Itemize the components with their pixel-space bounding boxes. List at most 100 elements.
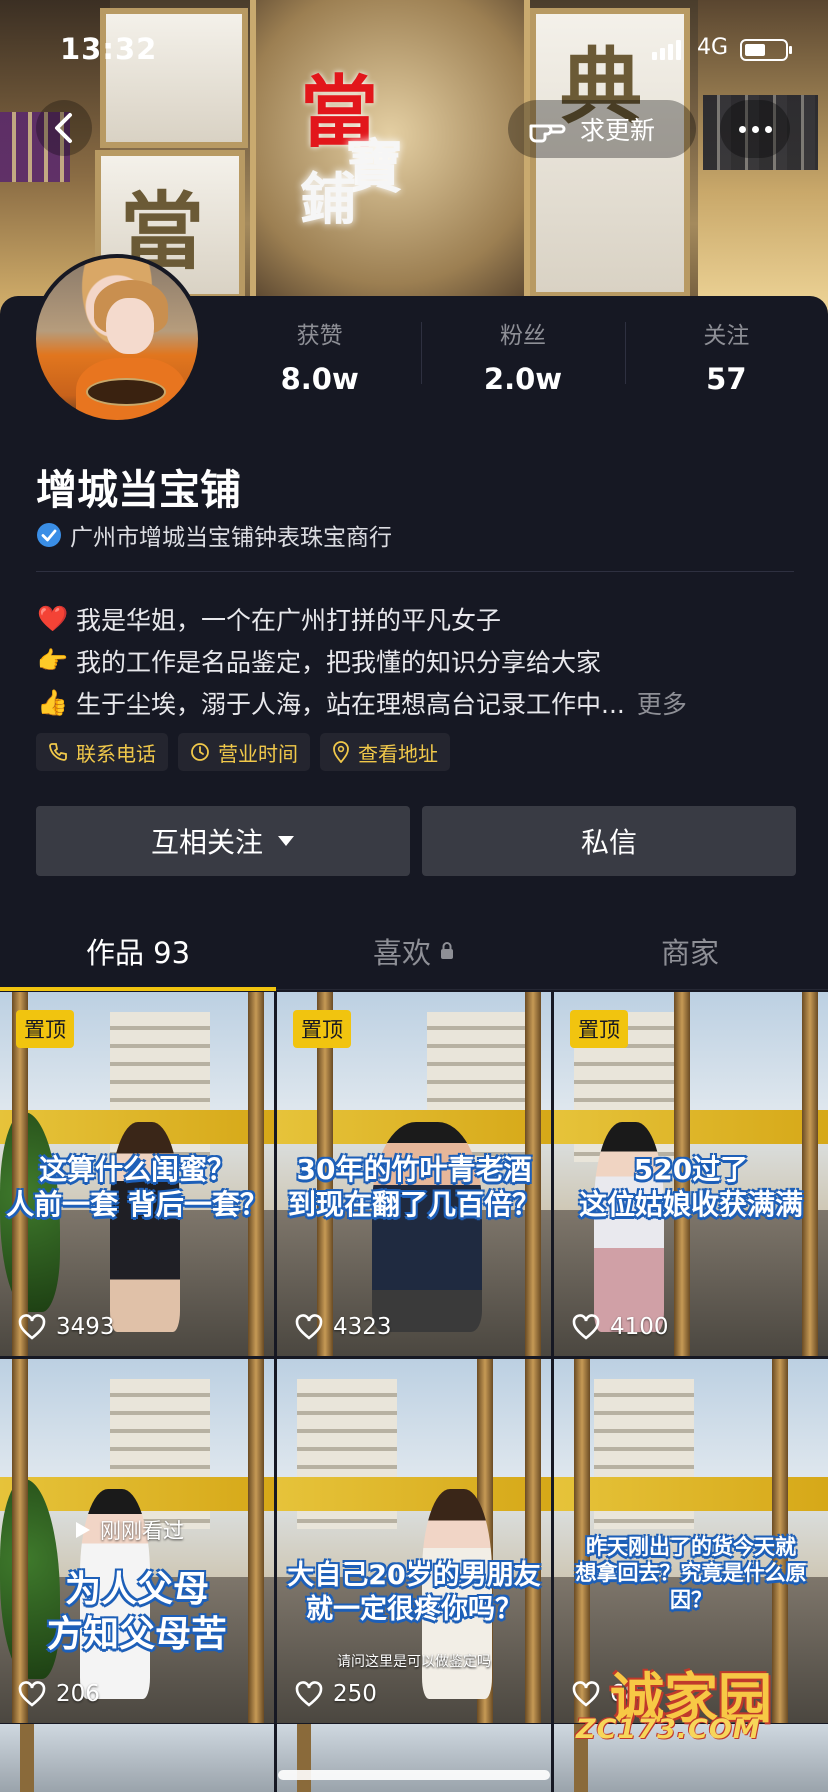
heart-icon: ❤️ bbox=[37, 604, 69, 633]
video-caption: 30年的竹叶青老酒 到现在翻了几百倍？ bbox=[287, 1153, 540, 1221]
request-update-label: 求更新 bbox=[580, 116, 656, 145]
video-caption: 为人父母 方知父母苦 bbox=[46, 1569, 227, 1655]
bio-text: 我是华姐，一个在广州打拼的平凡女子 bbox=[76, 606, 502, 635]
bio-text: 我的工作是名品鉴定，把我懂的知识分享给大家 bbox=[76, 648, 602, 677]
video-subtitle: 请问这里是可以做鉴定吗 bbox=[337, 1654, 491, 1670]
pinned-badge: 置顶 bbox=[570, 1010, 628, 1048]
like-count: 4323 bbox=[295, 1314, 392, 1340]
tab-label: 喜欢 bbox=[372, 935, 431, 970]
contact-chips: 联系电话 营业时间 查看地址 bbox=[36, 733, 450, 771]
like-count: 4100 bbox=[572, 1314, 669, 1340]
profile-bio[interactable]: ❤️ 我是华姐，一个在广州打拼的平凡女子 👉 我的工作是名品鉴定，把我懂的知识分… bbox=[36, 598, 796, 724]
stat-label: 关注 bbox=[703, 323, 750, 349]
tab-label: 作品 93 bbox=[85, 935, 191, 970]
bio-line: 👉 我的工作是名品鉴定，把我懂的知识分享给大家 bbox=[36, 640, 796, 682]
pointing-hand-icon bbox=[529, 124, 566, 143]
site-watermark: 诚家园 ZC173.COM bbox=[570, 1654, 820, 1750]
chip-label: 联系电话 bbox=[76, 741, 156, 766]
stat-label: 获赞 bbox=[296, 323, 343, 349]
profile-stats: 获赞 8.0w 粉丝 2.0w 关注 57 bbox=[218, 316, 828, 396]
stat-following[interactable]: 关注 57 bbox=[624, 316, 828, 396]
status-bar: 13:32 4G bbox=[0, 28, 828, 72]
like-count: 250 bbox=[295, 1681, 377, 1707]
profile-actions: 互相关注 私信 bbox=[36, 806, 796, 876]
bio-line: ❤️ 我是华姐，一个在广州打拼的平凡女子 bbox=[36, 598, 796, 640]
heart-outline-icon bbox=[295, 1681, 323, 1707]
heart-outline-icon bbox=[18, 1314, 46, 1340]
video-caption: 520过了 这位姑娘收获满满 bbox=[578, 1153, 803, 1221]
dot-icon bbox=[764, 125, 772, 133]
banner-sign-char: 鋪 bbox=[300, 167, 356, 233]
stat-value: 57 bbox=[706, 362, 747, 396]
verified-badge[interactable]: 广州市增城当宝铺钟表珠宝商行 bbox=[36, 518, 392, 552]
back-button[interactable] bbox=[36, 100, 92, 156]
request-update-button[interactable]: 求更新 bbox=[508, 100, 696, 158]
chip-hours[interactable]: 营业时间 bbox=[178, 733, 310, 771]
profile-name: 增城当宝铺 bbox=[36, 466, 241, 514]
network-type: 4G bbox=[697, 35, 729, 60]
chip-label: 营业时间 bbox=[218, 741, 298, 766]
video-thumbnail[interactable]: 刚刚看过 为人父母 方知父母苦 206 bbox=[0, 1359, 274, 1723]
chip-address[interactable]: 查看地址 bbox=[320, 733, 450, 771]
lock-icon bbox=[441, 941, 453, 959]
stat-followers[interactable]: 粉丝 2.0w bbox=[421, 316, 624, 396]
verified-check-icon bbox=[37, 523, 61, 547]
verified-label: 广州市增城当宝铺钟表珠宝商行 bbox=[70, 525, 392, 551]
video-thumbnail[interactable]: 置顶 这算什么闺蜜？ 人前一套 背后一套？ 3493 bbox=[0, 992, 274, 1356]
battery-icon bbox=[740, 39, 792, 61]
pinned-badge: 置顶 bbox=[16, 1010, 74, 1048]
divider bbox=[36, 571, 794, 572]
stat-value: 8.0w bbox=[280, 362, 359, 396]
stat-label: 粉丝 bbox=[499, 323, 546, 349]
stat-value: 2.0w bbox=[483, 362, 563, 396]
video-caption: 昨天刚出了的货今天就 想拿回去？究竟是什么原因？ bbox=[575, 1535, 807, 1612]
recently-watched-label: 刚刚看过 bbox=[100, 1519, 184, 1543]
home-indicator[interactable] bbox=[278, 1770, 550, 1780]
tab-label: 商家 bbox=[660, 935, 719, 970]
clock-icon bbox=[191, 743, 209, 761]
like-count-value: 3493 bbox=[56, 1314, 115, 1340]
bio-text: 生于尘埃，溺于人海，站在理想高台记录工作中... bbox=[76, 690, 625, 719]
video-thumbnail[interactable]: 置顶 30年的竹叶青老酒 到现在翻了几百倍？ 4323 bbox=[277, 992, 551, 1356]
chip-phone[interactable]: 联系电话 bbox=[36, 733, 168, 771]
thumbs-up-icon: 👍 bbox=[37, 688, 69, 717]
tab-works[interactable]: 作品 93 bbox=[0, 912, 276, 991]
watermark-url: ZC173.COM bbox=[576, 1714, 761, 1745]
video-grid: 置顶 这算什么闺蜜？ 人前一套 背后一套？ 3493 置顶 30年的竹叶青老酒 … bbox=[0, 992, 828, 1723]
like-count-value: 4100 bbox=[610, 1314, 669, 1340]
video-thumbnail[interactable] bbox=[0, 1724, 274, 1792]
bio-more-link[interactable]: 更多 bbox=[637, 685, 687, 721]
dot-icon bbox=[751, 125, 759, 133]
heart-outline-icon bbox=[18, 1681, 46, 1707]
video-thumbnail[interactable]: 大自己20岁的男朋友 就一定很疼你吗？ 请问这里是可以做鉴定吗 250 bbox=[277, 1359, 551, 1723]
mutual-follow-label: 互相关注 bbox=[150, 826, 263, 859]
heart-outline-icon bbox=[295, 1314, 323, 1340]
location-pin-icon bbox=[333, 741, 349, 763]
mutual-follow-button[interactable]: 互相关注 bbox=[36, 806, 410, 876]
bio-line: 👍 生于尘埃，溺于人海，站在理想高台记录工作中... 更多 bbox=[36, 682, 796, 724]
more-options-button[interactable] bbox=[720, 100, 790, 158]
like-count: 3493 bbox=[18, 1314, 115, 1340]
chevron-left-icon bbox=[55, 113, 72, 143]
like-count-value: 206 bbox=[56, 1681, 100, 1707]
caret-down-icon bbox=[278, 836, 294, 846]
message-label: 私信 bbox=[580, 826, 637, 859]
status-time: 13:32 bbox=[60, 32, 158, 66]
tab-likes[interactable]: 喜欢 bbox=[276, 912, 552, 989]
stat-likes[interactable]: 获赞 8.0w bbox=[218, 316, 421, 396]
like-count: 206 bbox=[18, 1681, 100, 1707]
profile-tabs: 作品 93 喜欢 商家 bbox=[0, 912, 828, 991]
avatar[interactable] bbox=[32, 254, 202, 424]
video-caption: 大自己20岁的男朋友 就一定很疼你吗？ bbox=[287, 1560, 541, 1625]
video-caption: 这算什么闺蜜？ 人前一套 背后一套？ bbox=[6, 1153, 268, 1221]
recently-watched-badge: 刚刚看过 bbox=[74, 1515, 184, 1545]
like-count-value: 250 bbox=[333, 1681, 377, 1707]
heart-outline-icon bbox=[572, 1314, 600, 1340]
pinned-badge: 置顶 bbox=[293, 1010, 351, 1048]
tab-merchant[interactable]: 商家 bbox=[552, 912, 828, 989]
video-thumbnail[interactable]: 置顶 520过了 这位姑娘收获满满 4100 bbox=[554, 992, 828, 1356]
chip-label: 查看地址 bbox=[358, 741, 438, 766]
message-button[interactable]: 私信 bbox=[422, 806, 796, 876]
video-thumbnail[interactable] bbox=[277, 1724, 551, 1792]
play-icon bbox=[76, 1522, 90, 1538]
